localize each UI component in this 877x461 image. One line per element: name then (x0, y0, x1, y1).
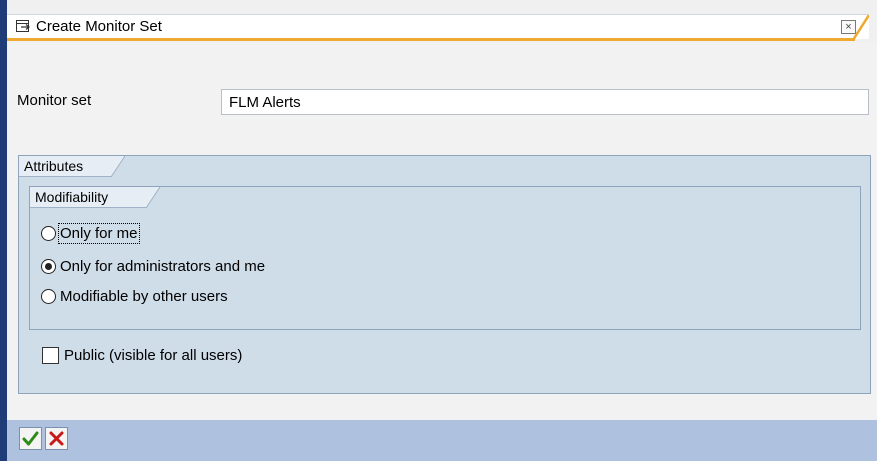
dialog-title: Create Monitor Set (36, 18, 162, 35)
monitor-set-input[interactable] (221, 89, 869, 115)
attributes-group-tab: Attributes (19, 156, 125, 177)
close-icon: × (845, 21, 852, 33)
title-corner-decoration (853, 15, 869, 40)
public-checkbox-label: Public (visible for all users) (64, 346, 243, 364)
radio-only-for-me[interactable]: Only for me (41, 222, 140, 244)
public-checkbox[interactable] (42, 346, 59, 364)
tab-slant-decoration (111, 156, 125, 177)
cancel-x-icon (49, 431, 64, 446)
radio-modifiable-by-other-users[interactable]: Modifiable by other users (41, 285, 228, 307)
title-accent-line (7, 38, 855, 41)
radio-only-for-administrators-and-me[interactable]: Only for administrators and me (41, 255, 265, 277)
public-checkbox-row[interactable]: Public (visible for all users) (42, 344, 242, 366)
radio-button[interactable] (41, 258, 56, 274)
bottom-toolbar (7, 420, 877, 461)
modifiability-group-tab: Modifiability (30, 187, 160, 208)
checkmark-icon (22, 431, 39, 446)
radio-label: Only for me (58, 222, 140, 244)
modifiability-group: Modifiability Only for me Only for admin… (29, 186, 861, 330)
ok-button[interactable] (19, 427, 42, 450)
radio-button[interactable] (41, 225, 56, 241)
modifiability-group-label: Modifiability (35, 189, 109, 205)
dialog-window: Create Monitor Set × Monitor set Attribu… (0, 0, 877, 461)
cancel-button[interactable] (45, 427, 68, 450)
dialog-content: Monitor set Attributes Modifiability (7, 42, 877, 420)
dialog-window-icon (16, 20, 31, 33)
attributes-group: Attributes Modifiability Only for me Onl… (18, 155, 871, 394)
tab-slant-decoration (146, 187, 160, 208)
radio-label: Modifiable by other users (60, 287, 228, 305)
monitor-set-label: Monitor set (17, 92, 92, 109)
radio-label: Only for administrators and me (60, 257, 266, 275)
radio-button[interactable] (41, 288, 56, 304)
window-left-frame (0, 0, 7, 461)
title-bar[interactable]: Create Monitor Set × (7, 14, 869, 41)
attributes-group-label: Attributes (24, 158, 84, 174)
